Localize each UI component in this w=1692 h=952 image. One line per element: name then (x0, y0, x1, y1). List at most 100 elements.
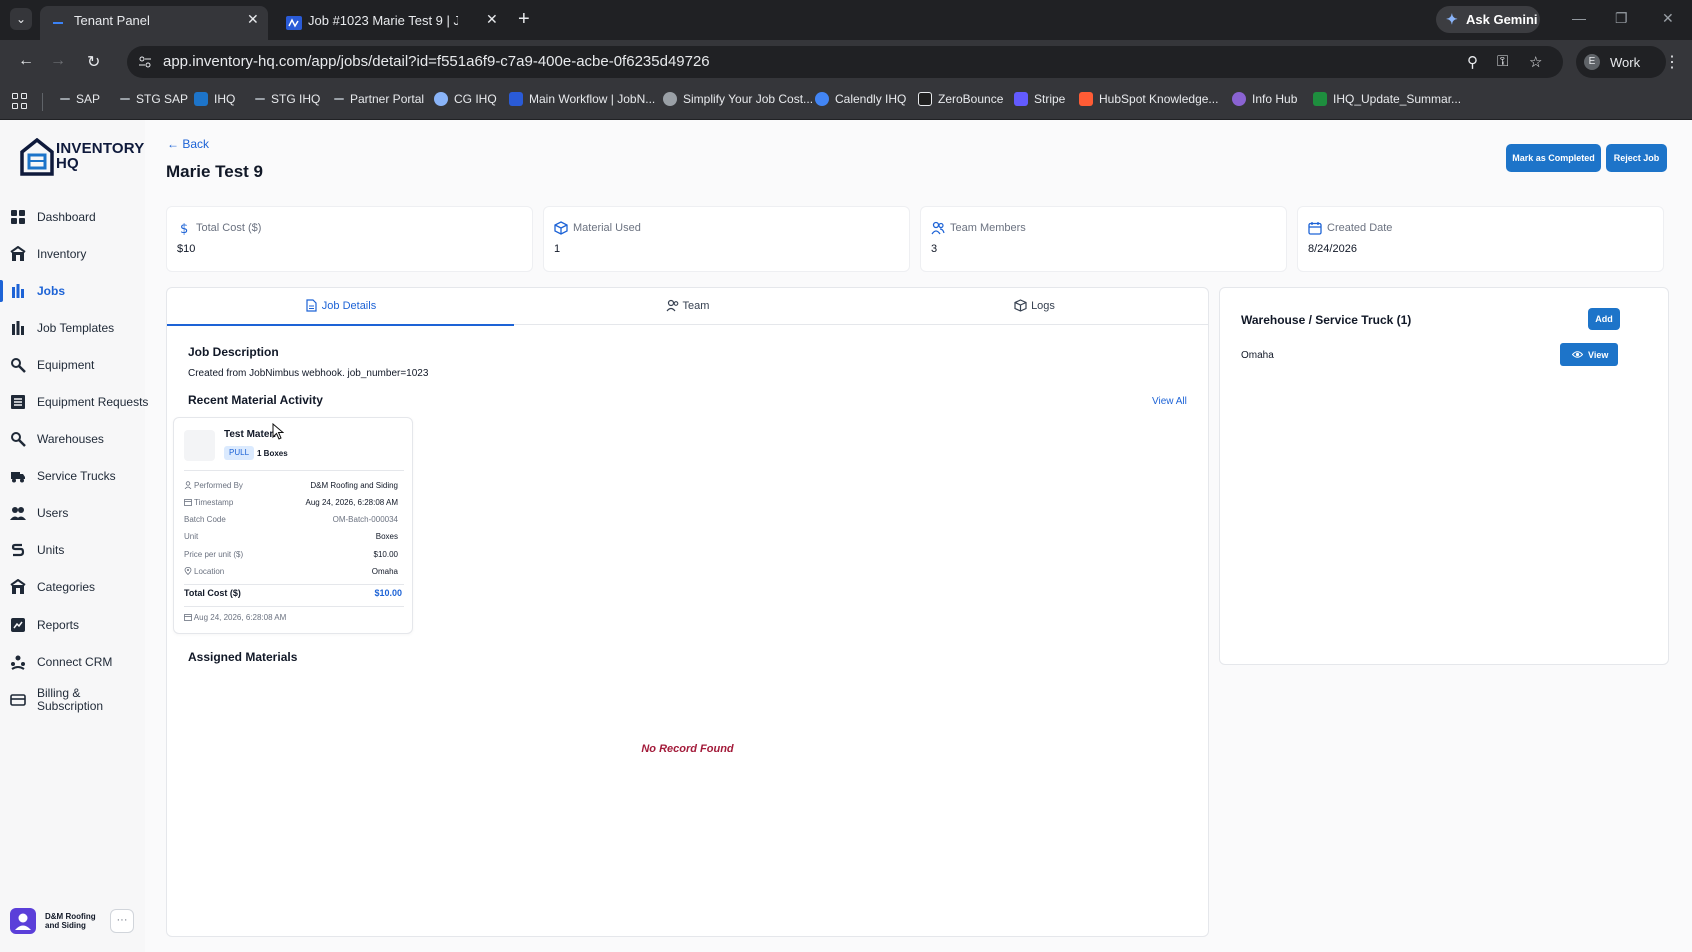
sidebar-item-jobs[interactable]: Jobs (0, 276, 145, 306)
sidebar-item-label: Reports (37, 618, 80, 632)
bookmark-item[interactable]: IHQ_Update_Summar... (1313, 92, 1461, 112)
tab-team[interactable]: Team (514, 288, 861, 325)
tab-job-details[interactable]: Job Details (167, 288, 514, 326)
back-arrow-icon: ← (167, 137, 179, 151)
stat-label: Material Used (573, 222, 641, 234)
sidebar-item-billing[interactable]: Billing & Subscription (0, 685, 145, 715)
browser-menu-icon[interactable]: ⋮ (1664, 52, 1680, 72)
sidebar-item-warehouses[interactable]: Warehouses (0, 424, 145, 454)
stat-value: 8/24/2026 (1308, 243, 1357, 255)
stat-material-used: Material Used 1 (543, 206, 910, 272)
close-window-icon[interactable]: ✕ (1662, 10, 1674, 27)
warehouse-item-name: Omaha (1241, 350, 1274, 361)
address-bar[interactable]: app.inventory-hq.com/app/jobs/detail?id=… (127, 46, 1563, 78)
sidebar-item-job-templates[interactable]: Job Templates (0, 313, 145, 343)
reload-icon[interactable]: ↻ (87, 52, 100, 72)
apps-grid-icon[interactable] (12, 93, 28, 109)
total-cost-label: Total Cost ($) (184, 588, 241, 598)
material-name: Test Materi (224, 429, 277, 440)
sidebar-item-connect-crm[interactable]: Connect CRM (0, 647, 145, 677)
bookmark-item[interactable]: Partner Portal (334, 92, 424, 112)
row-value: Aug 24, 2026, 6:28:08 AM (305, 498, 398, 507)
bookmark-item[interactable]: CG IHQ (434, 92, 497, 112)
bookmark-item[interactable]: STG IHQ (255, 92, 320, 112)
restore-window-icon[interactable]: ❐ (1615, 10, 1628, 27)
bookmark-item[interactable]: IHQ (194, 92, 235, 112)
material-activity-card[interactable]: Test Materi PULL 1 Boxes Performed By D&… (173, 417, 413, 634)
bookmark-star-icon[interactable]: ☆ (1529, 53, 1542, 71)
sidebar-item-categories[interactable]: Categories (0, 572, 145, 602)
zoom-icon[interactable]: ⚲ (1467, 53, 1478, 71)
stat-value: $10 (177, 243, 196, 255)
sidebar-item-equipment-requests[interactable]: Equipment Requests (0, 387, 148, 417)
minimize-window-icon[interactable]: — (1572, 10, 1586, 26)
sidebar-item-label: Categories (37, 580, 96, 594)
user-more-button[interactable]: ··· (110, 909, 134, 933)
avatar[interactable] (10, 908, 36, 934)
warehouse-truck-card: Warehouse / Service Truck (1) Add Omaha … (1219, 287, 1669, 665)
user-avatar-icon (15, 913, 31, 930)
bookmark-item[interactable]: Stripe (1014, 92, 1065, 112)
back-arrow-icon[interactable]: ← (18, 52, 34, 70)
new-tab-button[interactable]: + (518, 8, 530, 30)
inventory-hq-logo[interactable]: INVENTORY HQ (20, 138, 144, 178)
sidebar-item-inventory[interactable]: Inventory (0, 239, 145, 269)
bookmark-item[interactable]: Main Workflow | JobN... (509, 92, 655, 112)
site-settings-icon[interactable] (137, 54, 153, 70)
no-record-message: No Record Found (641, 743, 734, 755)
sidebar-item-dashboard[interactable]: Dashboard (0, 202, 145, 232)
mark-as-completed-button[interactable]: Mark as Completed (1506, 144, 1601, 172)
password-key-icon[interactable]: ⚿ (1497, 53, 1508, 70)
sidebar-item-label: Service Trucks (37, 469, 116, 483)
reject-job-button[interactable]: Reject Job (1606, 144, 1667, 172)
bookmark-item[interactable]: ZeroBounce (918, 92, 1003, 112)
tab-search-button[interactable]: ⌄ (10, 8, 32, 30)
bookmark-item[interactable]: HubSpot Knowledge... (1079, 92, 1218, 112)
stat-label: Total Cost ($) (196, 222, 262, 234)
warehouse-truck-title: Warehouse / Service Truck (1) (1241, 313, 1412, 327)
row-value: $10.00 (373, 550, 398, 559)
bookmark-item[interactable]: SAP (60, 92, 100, 112)
sidebar-item-equipment[interactable]: Equipment (0, 350, 145, 380)
stat-label: Team Members (950, 222, 1026, 234)
profile-avatar: E (1584, 54, 1600, 70)
ask-gemini-button[interactable]: ✦ Ask Gemini (1436, 6, 1540, 33)
job-description-text: Created from JobNimbus webhook. job_numb… (188, 368, 429, 379)
bookmark-item[interactable]: Simplify Your Job Cost... (663, 92, 813, 112)
view-all-link[interactable]: View All (1152, 396, 1187, 407)
assigned-materials-title: Assigned Materials (188, 650, 298, 664)
tab-logs[interactable]: Logs (861, 288, 1208, 325)
units-icon (11, 543, 25, 557)
recent-material-activity-title: Recent Material Activity (188, 393, 323, 407)
browser-tab-jobnimbus[interactable]: Job #1023 Marie Test 9 | JobNimbus ✕ (274, 6, 508, 40)
sidebar-item-service-trucks[interactable]: Service Trucks (0, 461, 145, 491)
tab-bar: Job Details Team Logs (167, 288, 1208, 326)
close-tab-icon[interactable]: ✕ (247, 11, 259, 28)
bookmark-item[interactable]: STG SAP (120, 92, 188, 112)
row-key: Unit (184, 532, 199, 541)
calendar-icon (184, 499, 192, 506)
profile-button[interactable]: E Work (1576, 46, 1666, 78)
mouse-cursor-icon (272, 423, 284, 440)
back-link[interactable]: ← Back (167, 137, 209, 151)
browser-tab-tenant-panel[interactable]: Tenant Panel ✕ (40, 6, 268, 40)
eye-icon (1572, 351, 1583, 358)
activity-row-timestamp: Timestamp Aug 24, 2026, 6:28:08 AM (184, 498, 398, 510)
sidebar-item-reports[interactable]: Reports (0, 610, 145, 640)
sidebar-item-units[interactable]: Units (0, 535, 145, 565)
divider (184, 584, 404, 585)
main-content: ← Back Marie Test 9 Mark as Completed Re… (145, 120, 1692, 952)
package-icon (1014, 299, 1027, 312)
row-value: D&M Roofing and Siding (310, 481, 398, 490)
reports-icon (11, 618, 25, 632)
forward-arrow-icon[interactable]: → (50, 52, 66, 70)
sidebar-item-users[interactable]: Users (0, 498, 145, 528)
tab-label: Job Details (321, 300, 377, 312)
categories-icon (10, 579, 26, 594)
bookmark-item[interactable]: Calendly IHQ (815, 92, 906, 112)
bookmark-item[interactable]: Info Hub (1232, 92, 1297, 112)
close-tab-icon[interactable]: ✕ (486, 11, 498, 28)
add-warehouse-button[interactable]: Add (1588, 308, 1620, 330)
activity-row-unit: Unit Boxes (184, 532, 398, 544)
view-warehouse-button[interactable]: View (1560, 343, 1618, 366)
